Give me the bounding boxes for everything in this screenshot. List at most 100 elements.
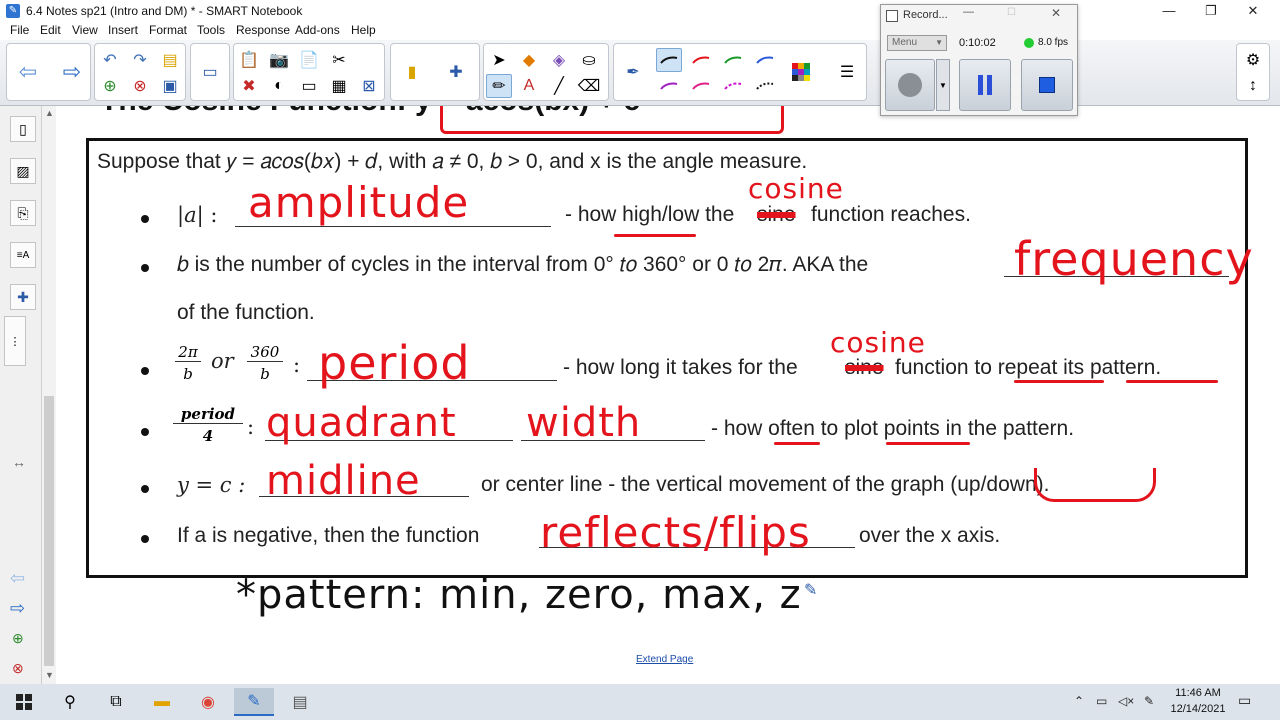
- document-camera-icon[interactable]: 📄: [296, 48, 322, 72]
- page-sorter-icon[interactable]: ▯: [10, 116, 36, 142]
- text-icon[interactable]: A: [516, 74, 542, 98]
- shapes-icon[interactable]: ◆: [516, 48, 542, 72]
- next-page-side-icon[interactable]: ⇨: [10, 598, 25, 619]
- task-view-icon[interactable]: ⧉: [96, 688, 136, 716]
- menu-file[interactable]: File: [10, 23, 29, 37]
- pen-swatch-green[interactable]: [720, 48, 746, 72]
- next-page-icon[interactable]: ⇨: [59, 59, 85, 84]
- menu-add-ons[interactable]: Add-ons: [295, 23, 340, 37]
- screen-capture-icon[interactable]: 📷: [266, 48, 292, 72]
- table-icon[interactable]: ▦: [326, 74, 352, 98]
- select-arrow-icon[interactable]: ➤: [486, 48, 512, 72]
- measure-tool-icon[interactable]: ▭: [296, 74, 322, 98]
- ink-quadrant[interactable]: quadrant: [266, 400, 457, 446]
- close-button[interactable]: ✕: [1230, 0, 1276, 22]
- fill-icon[interactable]: ⛀: [576, 48, 602, 72]
- pen-swatch-black[interactable]: [656, 48, 682, 72]
- clock-date[interactable]: 12/14/2021: [1166, 703, 1230, 715]
- menu-insert[interactable]: Insert: [108, 23, 138, 37]
- search-icon[interactable]: ⚲: [50, 688, 90, 716]
- recorder-taskbar-icon[interactable]: ▤: [280, 688, 320, 716]
- paste-icon[interactable]: 📋: [236, 48, 262, 72]
- recorder-minimize[interactable]: —: [963, 6, 974, 18]
- pen-swatch-blue[interactable]: [752, 48, 778, 72]
- menu-edit[interactable]: Edit: [40, 23, 61, 37]
- record-options-button[interactable]: ▼: [936, 59, 950, 111]
- properties-icon[interactable]: ≡A: [10, 242, 36, 268]
- line-thickness-icon[interactable]: ☰: [834, 60, 860, 84]
- save-icon[interactable]: ▣: [157, 74, 183, 98]
- record-button[interactable]: [885, 59, 935, 111]
- pen-swatch-dotted[interactable]: [752, 74, 778, 98]
- prev-page-side-icon[interactable]: ⇦: [10, 568, 25, 589]
- menu-response[interactable]: Response: [236, 23, 290, 37]
- minimize-button[interactable]: —: [1146, 0, 1192, 22]
- menu-help[interactable]: Help: [351, 23, 376, 37]
- chevron-up-icon[interactable]: ⌃: [1074, 694, 1084, 708]
- stop-button[interactable]: [1021, 59, 1073, 111]
- delete-page-icon[interactable]: ⊗: [127, 74, 153, 98]
- pen-swatch-pink[interactable]: [688, 74, 714, 98]
- ink-frequency[interactable]: frequency: [1014, 232, 1254, 286]
- redo-icon[interactable]: ↷: [127, 48, 153, 72]
- gear-icon[interactable]: ⚙: [1240, 48, 1266, 72]
- attachments-icon[interactable]: ⎘: [10, 200, 36, 226]
- ink-width[interactable]: width: [526, 400, 641, 446]
- volume-icon[interactable]: ◁×: [1118, 694, 1134, 708]
- ink-reflects[interactable]: reflects/flips: [540, 508, 811, 557]
- recorder-close[interactable]: ✕: [1051, 6, 1061, 20]
- eraser-tool-icon[interactable]: ⌫: [576, 74, 602, 98]
- file-explorer-icon[interactable]: ▬: [142, 688, 182, 716]
- cut-icon[interactable]: ✂: [326, 48, 352, 72]
- extend-page-link[interactable]: Extend Page: [636, 654, 693, 665]
- pen-swatch-red[interactable]: [688, 48, 714, 72]
- ink-amplitude[interactable]: amplitude: [248, 178, 469, 227]
- pen-swatch-magenta[interactable]: [720, 74, 746, 98]
- lesson-activity-icon[interactable]: ▮: [399, 60, 425, 84]
- full-screen-icon[interactable]: ⊠: [356, 74, 382, 98]
- delete-icon[interactable]: ✖: [236, 74, 262, 98]
- menu-view[interactable]: View: [72, 23, 98, 37]
- gallery-icon[interactable]: ▨: [10, 158, 36, 184]
- delete-page-side-icon[interactable]: ⊗: [12, 660, 24, 677]
- pen-style-icon[interactable]: ✒: [620, 60, 646, 84]
- clock-time[interactable]: 11:46 AM: [1166, 687, 1230, 699]
- pens-icon[interactable]: ✏: [486, 74, 512, 98]
- menu-tools[interactable]: Tools: [197, 23, 225, 37]
- recorder-menu-dropdown[interactable]: Menu ▼: [887, 35, 947, 51]
- toolbar-position-icon[interactable]: ↕: [1240, 74, 1266, 98]
- line-icon[interactable]: ╱: [546, 74, 572, 98]
- display-screen-icon[interactable]: ▭: [197, 60, 223, 84]
- menu-format[interactable]: Format: [149, 23, 187, 37]
- add-ons-icon[interactable]: ✚: [10, 284, 36, 310]
- pen-swatch-purple[interactable]: [656, 74, 682, 98]
- ink-cosine[interactable]: cosine: [748, 172, 844, 205]
- move-sidebar-icon[interactable]: ↔: [12, 454, 26, 470]
- scroll-up-icon[interactable]: ▲: [45, 108, 54, 118]
- eraser-icon[interactable]: ◈: [546, 48, 572, 72]
- screen-shade-icon[interactable]: ◐: [266, 74, 292, 98]
- windows-start-icon[interactable]: [4, 688, 44, 716]
- chrome-icon[interactable]: ◉: [188, 688, 228, 716]
- notebook-page[interactable]: The Cosine Function: y = acos(bx) + c Su…: [56, 106, 1280, 684]
- scroll-thumb[interactable]: [44, 396, 54, 666]
- color-palette-icon[interactable]: [788, 60, 814, 84]
- add-on-icon[interactable]: ✚: [443, 60, 469, 84]
- battery-icon[interactable]: ▭: [1096, 694, 1107, 708]
- pen-workspace-icon[interactable]: ✎: [1144, 694, 1154, 708]
- add-page-icon[interactable]: ⊕: [97, 74, 123, 98]
- vertical-scrollbar[interactable]: ▲ ▼: [42, 106, 56, 684]
- undo-icon[interactable]: ↶: [97, 48, 123, 72]
- scroll-down-icon[interactable]: ▼: [45, 670, 54, 680]
- pause-button[interactable]: [959, 59, 1011, 111]
- previous-page-icon[interactable]: ⇦: [15, 59, 41, 84]
- ink-midline[interactable]: midline: [266, 458, 421, 504]
- open-folder-icon[interactable]: ▤: [157, 48, 183, 72]
- ink-cosine[interactable]: cosine: [830, 326, 926, 359]
- side-panel-handle[interactable]: ⋮: [4, 316, 26, 366]
- ink-period[interactable]: period: [318, 336, 471, 390]
- notifications-icon[interactable]: ▭: [1238, 692, 1251, 709]
- add-page-side-icon[interactable]: ⊕: [12, 630, 24, 647]
- restore-button[interactable]: ❐: [1188, 0, 1234, 22]
- ink-pattern-note[interactable]: *pattern: min, zero, max, z: [236, 572, 802, 618]
